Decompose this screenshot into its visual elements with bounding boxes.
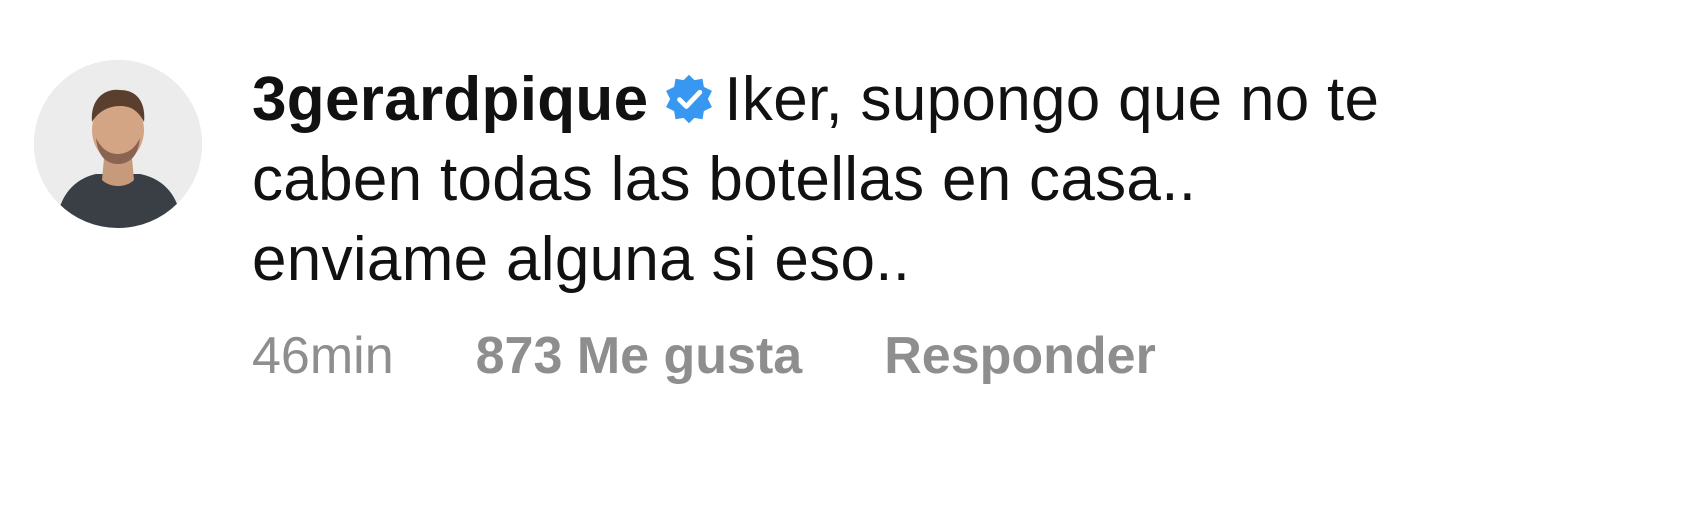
likes-count-link[interactable]: 873 Me gusta [476, 326, 803, 386]
avatar-image [34, 60, 202, 228]
comment-meta: 46min 873 Me gusta Responder [252, 326, 1672, 386]
comment-text: 3gerardpique Iker, supongo que no te cabe… [252, 60, 1672, 300]
avatar[interactable] [34, 60, 202, 228]
comment-text-line-1: Iker, supongo que no te [724, 65, 1380, 134]
comment-text-line-2: caben todas las botellas en casa.. [252, 145, 1197, 214]
comment-body: 3gerardpique Iker, supongo que no te cabe… [252, 60, 1672, 386]
verified-badge-icon [662, 66, 716, 124]
timestamp: 46min [252, 327, 394, 385]
comment: 3gerardpique Iker, supongo que no te cabe… [34, 60, 1674, 500]
username[interactable]: 3gerardpique [252, 65, 648, 134]
reply-button[interactable]: Responder [884, 326, 1156, 386]
comment-text-line-3: enviame alguna si eso.. [252, 225, 911, 294]
